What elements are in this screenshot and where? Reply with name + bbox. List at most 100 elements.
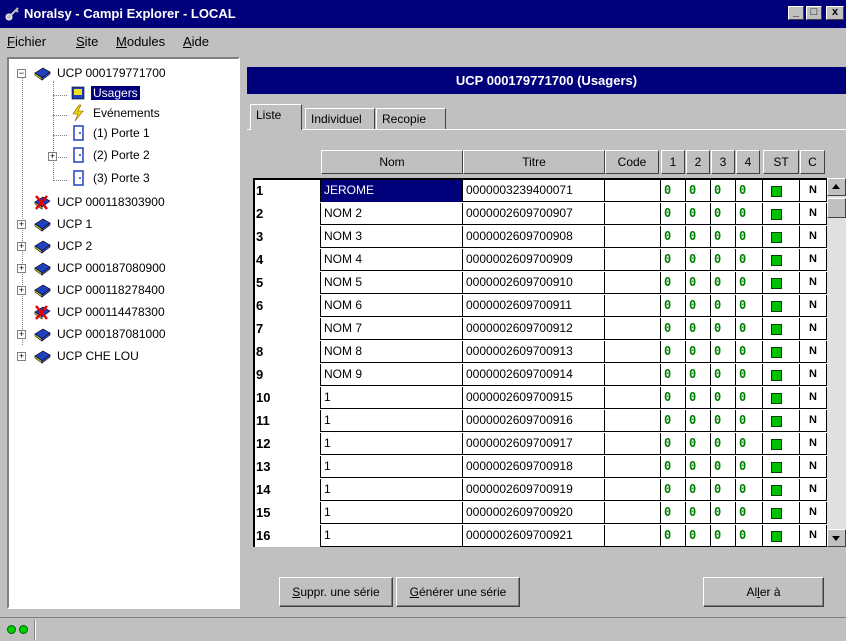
col-header-st[interactable]: ST [763,150,799,174]
cell-code[interactable] [605,433,661,455]
cell-access-3[interactable]: 0 [711,180,736,202]
cell-c[interactable]: N [800,318,827,340]
tree-item-usagers[interactable]: Usagers [69,83,189,103]
cell-titre[interactable]: 0000002609700912 [463,318,605,340]
cell-access-1[interactable]: 0 [661,341,686,363]
tab-liste[interactable]: Liste [250,104,302,130]
col-header-nom[interactable]: Nom [321,150,463,174]
cell-status[interactable] [763,295,800,317]
cell-nom[interactable]: NOM 3 [321,226,463,248]
col-header-titre[interactable]: Titre [463,150,605,174]
maximize-button[interactable]: □ [806,6,822,20]
cell-access-1[interactable]: 0 [661,502,686,524]
cell-code[interactable] [605,295,661,317]
cell-code[interactable] [605,203,661,225]
cell-titre[interactable]: 0000002609700919 [463,479,605,501]
cell-status[interactable] [763,341,800,363]
cell-c[interactable]: N [800,226,827,248]
table-row[interactable]: 11 1 0000002609700916 0 0 0 0 N [255,410,846,432]
expand-icon[interactable]: + [17,220,26,229]
expand-icon[interactable]: + [17,286,26,295]
cell-status[interactable] [763,433,800,455]
cell-row-number[interactable]: 13 [255,456,321,478]
cell-access-1[interactable]: 0 [661,295,686,317]
cell-row-number[interactable]: 16 [255,525,321,547]
cell-access-4[interactable]: 0 [736,364,763,386]
cell-status[interactable] [763,525,800,547]
col-header-3[interactable]: 3 [711,150,735,174]
collapse-icon[interactable]: − [17,69,26,78]
cell-access-1[interactable]: 0 [661,433,686,455]
cell-access-2[interactable]: 0 [686,502,711,524]
cell-c[interactable]: N [800,479,827,501]
cell-code[interactable] [605,249,661,271]
cell-c[interactable]: N [800,249,827,271]
cell-titre[interactable]: 0000002609700917 [463,433,605,455]
cell-access-2[interactable]: 0 [686,364,711,386]
cell-status[interactable] [763,410,800,432]
menu-modules[interactable]: Modules [116,34,165,49]
tree-site[interactable]: UCP 000114478300 [33,302,233,322]
cell-access-3[interactable]: 0 [711,272,736,294]
table-row[interactable]: 15 1 0000002609700920 0 0 0 0 N [255,502,846,524]
tree-site[interactable]: UCP 1 [33,214,233,234]
cell-access-1[interactable]: 0 [661,525,686,547]
cell-nom[interactable]: JEROME [321,180,463,202]
cell-code[interactable] [605,341,661,363]
cell-titre[interactable]: 0000002609700909 [463,249,605,271]
col-header-2[interactable]: 2 [686,150,710,174]
cell-status[interactable] [763,387,800,409]
col-header-code[interactable]: Code [605,150,659,174]
cell-row-number[interactable]: 2 [255,203,321,225]
cell-access-2[interactable]: 0 [686,295,711,317]
cell-access-4[interactable]: 0 [736,525,763,547]
close-button[interactable]: x [826,6,844,20]
cell-access-4[interactable]: 0 [736,387,763,409]
cell-status[interactable] [763,203,800,225]
cell-nom[interactable]: NOM 4 [321,249,463,271]
cell-access-4[interactable]: 0 [736,502,763,524]
cell-access-4[interactable]: 0 [736,318,763,340]
cell-access-2[interactable]: 0 [686,226,711,248]
tree-root-ucp[interactable]: UCP 000179771700 [33,63,233,83]
table-row[interactable]: 13 1 0000002609700918 0 0 0 0 N [255,456,846,478]
cell-titre[interactable]: 0000002609700918 [463,456,605,478]
cell-code[interactable] [605,456,661,478]
cell-titre[interactable]: 0000002609700920 [463,502,605,524]
cell-status[interactable] [763,249,800,271]
cell-access-2[interactable]: 0 [686,525,711,547]
table-row[interactable]: 16 1 0000002609700921 0 0 0 0 N [255,525,846,547]
table-row[interactable]: 5 NOM 5 0000002609700910 0 0 0 0 N [255,272,846,294]
tree-item-evenements[interactable]: Evénements [69,103,189,123]
cell-access-4[interactable]: 0 [736,295,763,317]
cell-access-2[interactable]: 0 [686,456,711,478]
table-row[interactable]: 2 NOM 2 0000002609700907 0 0 0 0 N [255,203,846,225]
cell-nom[interactable]: 1 [321,502,463,524]
cell-titre[interactable]: 0000002609700908 [463,226,605,248]
cell-titre[interactable]: 0000002609700915 [463,387,605,409]
cell-nom[interactable]: NOM 9 [321,364,463,386]
cell-access-2[interactable]: 0 [686,272,711,294]
table-row[interactable]: 4 NOM 4 0000002609700909 0 0 0 0 N [255,249,846,271]
cell-status[interactable] [763,318,800,340]
cell-titre[interactable]: 0000002609700910 [463,272,605,294]
cell-c[interactable]: N [800,364,827,386]
tree-site[interactable]: UCP 000118278400 [33,280,233,300]
cell-code[interactable] [605,364,661,386]
cell-nom[interactable]: NOM 6 [321,295,463,317]
cell-nom[interactable]: 1 [321,525,463,547]
cell-access-4[interactable]: 0 [736,479,763,501]
table-row[interactable]: 14 1 0000002609700919 0 0 0 0 N [255,479,846,501]
tree-item-porte-1[interactable]: (1) Porte 1 [69,123,189,143]
cell-access-1[interactable]: 0 [661,456,686,478]
generate-series-button[interactable]: Générer une série [396,577,520,607]
cell-row-number[interactable]: 10 [255,387,321,409]
cell-code[interactable] [605,410,661,432]
tree-site[interactable]: UCP 2 [33,236,233,256]
goto-button[interactable]: Aller à [703,577,824,607]
cell-access-2[interactable]: 0 [686,410,711,432]
cell-access-1[interactable]: 0 [661,203,686,225]
cell-access-2[interactable]: 0 [686,341,711,363]
cell-c[interactable]: N [800,295,827,317]
cell-nom[interactable]: NOM 5 [321,272,463,294]
